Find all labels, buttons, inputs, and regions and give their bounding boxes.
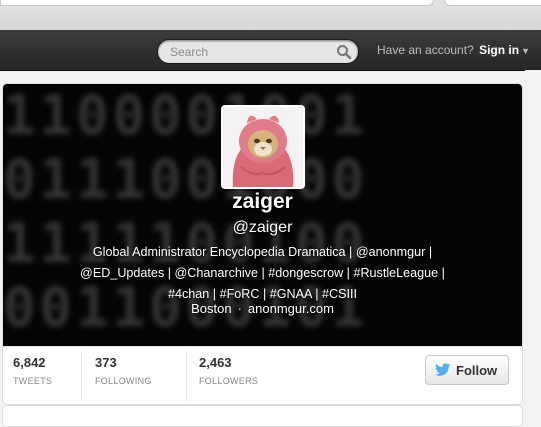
browser-search-field[interactable] xyxy=(444,0,541,6)
chevron-down-icon[interactable]: ▼ xyxy=(521,46,530,56)
next-card xyxy=(2,405,523,427)
stat-divider xyxy=(186,351,187,401)
following-label: FOLLOWING xyxy=(95,376,152,386)
cat-avatar-icon xyxy=(223,107,303,187)
stat-divider xyxy=(81,351,82,401)
profile-location: Boston xyxy=(191,301,232,316)
twitter-topbar: Have an account? Sign in▼ xyxy=(0,30,541,71)
meta-separator: · xyxy=(237,301,242,316)
follow-button-label: Follow xyxy=(456,363,498,378)
page-margin xyxy=(525,70,541,414)
following-count: 373 xyxy=(95,355,117,370)
twitter-bird-icon xyxy=(435,363,451,376)
browser-address-field[interactable] xyxy=(0,0,434,6)
tweets-count: 6,842 xyxy=(13,355,46,370)
account-prompt-text: Have an account? xyxy=(377,43,474,57)
sign-in-link[interactable]: Sign in xyxy=(479,43,519,57)
search-icon[interactable] xyxy=(336,44,352,60)
bio-line: Global Administrator Encyclopedia Dramat… xyxy=(92,245,433,259)
avatar[interactable] xyxy=(221,105,305,189)
profile-stats: 6,842 TWEETS 373 FOLLOWING 2,463 FOLLOWE… xyxy=(3,346,522,404)
stat-followers[interactable]: 2,463 FOLLOWERS xyxy=(199,355,258,399)
profile-meta: Boston · anonmgur.com xyxy=(3,301,522,316)
follow-button[interactable]: Follow xyxy=(425,355,509,385)
stat-tweets[interactable]: 6,842 TWEETS xyxy=(13,355,52,399)
followers-label: FOLLOWERS xyxy=(199,376,259,386)
profile-bio: Global Administrator Encyclopedia Dramat… xyxy=(43,242,482,305)
bio-line: @ED_Updates | @Chanarchive | #dongescrow… xyxy=(80,266,445,280)
search-input[interactable] xyxy=(168,42,332,62)
profile-website-link[interactable]: anonmgur.com xyxy=(248,301,334,316)
profile-name: zaiger xyxy=(232,190,293,213)
profile-handle: @zaiger xyxy=(232,219,293,236)
stat-following[interactable]: 373 FOLLOWING xyxy=(95,355,152,399)
profile-card: 1100001001 0111001000 1111100100 0011000… xyxy=(2,83,523,405)
tweets-label: TWEETS xyxy=(13,376,53,386)
followers-count: 2,463 xyxy=(199,355,232,370)
profile-header-background: 1100001001 0111001000 1111100100 0011000… xyxy=(3,84,522,346)
search-box[interactable] xyxy=(157,39,359,64)
browser-toolbar xyxy=(0,0,541,31)
account-prompt: Have an account? Sign in ▼ xyxy=(377,43,530,57)
